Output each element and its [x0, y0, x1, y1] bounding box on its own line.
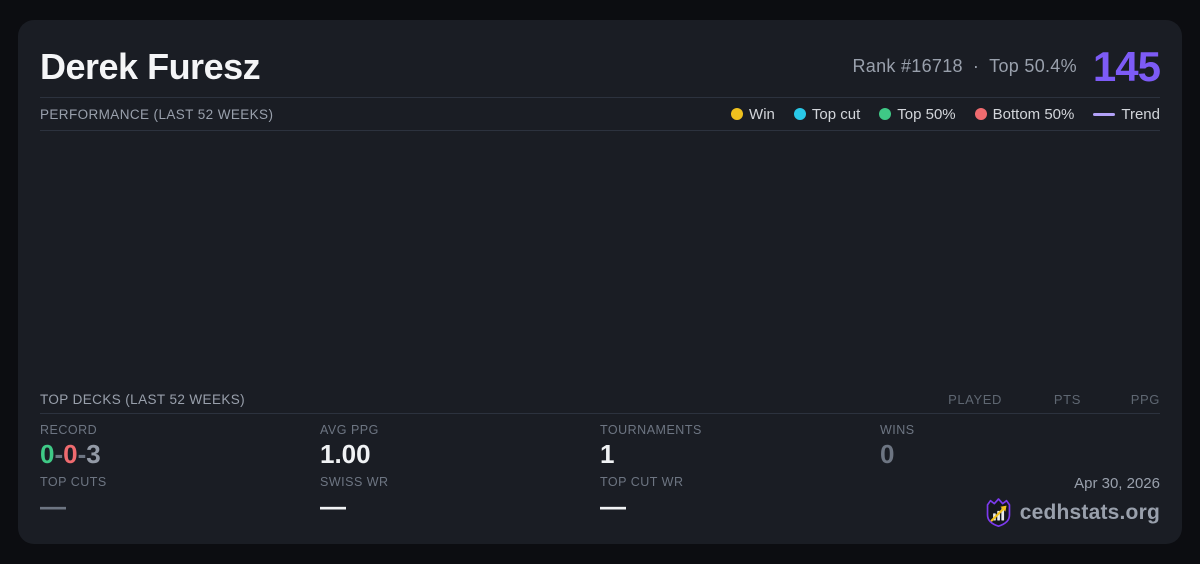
- stat-label: WINS: [880, 423, 915, 437]
- bottom50-dot-icon: [974, 108, 987, 120]
- top50-dot-icon: [879, 108, 892, 120]
- legend-item-top50: Top 50%: [879, 105, 956, 123]
- stat-top-cut-wr: TOP CUT WR —: [600, 475, 880, 530]
- legend-label: Trend: [1121, 105, 1160, 123]
- trend-line-icon: [1093, 112, 1116, 116]
- stat-label: TOP CUTS: [40, 475, 107, 489]
- dot-separator: ·: [972, 56, 980, 76]
- performance-header-row: PERFORMANCE (LAST 52 WEEKS) Win Top cut …: [40, 98, 1160, 131]
- stat-top-cuts: TOP CUTS —: [40, 475, 320, 530]
- footer-date: Apr 30, 2026: [1074, 475, 1160, 492]
- stat-label: AVG PPG: [320, 423, 379, 437]
- chart-legend: Win Top cut Top 50% Bottom 50% Trend: [731, 106, 1160, 123]
- top-cut-dot-icon: [793, 108, 806, 120]
- stat-avg-ppg: AVG PPG 1.00: [320, 423, 600, 475]
- player-score: 145: [1092, 42, 1161, 90]
- record-wins: 0: [40, 439, 55, 469]
- record-value: 0-0-3: [40, 440, 320, 469]
- record-draws: 3: [86, 439, 101, 469]
- tournaments-value: 1: [600, 439, 615, 469]
- brand: cedhstats.org: [985, 497, 1160, 528]
- stat-record: RECORD 0-0-3: [40, 423, 320, 475]
- top-decks-header-row: TOP DECKS (LAST 52 WEEKS) PLAYED PTS PPG: [40, 385, 1160, 414]
- stat-label: SWISS WR: [320, 475, 389, 489]
- header-right: Rank #16718 · Top 50.4% 145: [852, 42, 1161, 90]
- site-name: cedhstats.org: [1019, 500, 1160, 524]
- rank-label: Rank #16718: [852, 56, 963, 76]
- stats-grid: RECORD 0-0-3 AVG PPG 1.00 TOURNAMENTS 1 …: [40, 414, 1160, 530]
- legend-label: Win: [749, 105, 775, 123]
- legend-item-top-cut: Top cut: [793, 105, 861, 123]
- stat-label: RECORD: [40, 423, 98, 437]
- record-separator: -: [54, 439, 64, 469]
- top-decks-columns: PLAYED PTS PPG: [948, 392, 1160, 407]
- performance-title: PERFORMANCE (LAST 52 WEEKS): [40, 106, 274, 122]
- legend-label: Top 50%: [897, 105, 956, 123]
- top-percent-label: Top 50.4%: [989, 56, 1077, 76]
- stat-label: TOURNAMENTS: [600, 423, 702, 437]
- stat-wins: WINS 0: [880, 423, 1160, 469]
- top-cut-wr-value: —: [600, 491, 626, 521]
- player-stats-card: Derek Furesz Rank #16718 · Top 50.4% 145…: [18, 20, 1182, 544]
- performance-chart-area: [40, 131, 1160, 385]
- legend-label: Top cut: [811, 105, 861, 123]
- avg-ppg-value: 1.00: [320, 439, 371, 469]
- win-dot-icon: [731, 108, 744, 120]
- record-losses: 0: [63, 439, 78, 469]
- swiss-wr-value: —: [320, 491, 346, 521]
- record-separator: -: [77, 439, 87, 469]
- stat-swiss-wr: SWISS WR —: [320, 475, 600, 530]
- column-pts: PTS: [1053, 391, 1081, 407]
- column-played: PLAYED: [948, 391, 1002, 407]
- cedhstats-shield-logo-icon: [986, 498, 1010, 528]
- top-decks-title: TOP DECKS (LAST 52 WEEKS): [40, 391, 246, 407]
- legend-item-bottom50: Bottom 50%: [974, 105, 1075, 123]
- legend-item-win: Win: [731, 106, 775, 123]
- card-header: Derek Furesz Rank #16718 · Top 50.4% 145: [40, 36, 1161, 98]
- stat-label: TOP CUT WR: [600, 475, 684, 489]
- card-footer: Apr 30, 2026 cedhstats.org: [880, 475, 1160, 530]
- rank-line: Rank #16718 · Top 50.4%: [852, 56, 1076, 77]
- legend-label: Bottom 50%: [992, 105, 1075, 123]
- wins-value: 0: [880, 439, 895, 469]
- top-cuts-value: —: [40, 491, 66, 521]
- player-name: Derek Furesz: [40, 45, 261, 87]
- stat-tournaments: TOURNAMENTS 1: [600, 423, 880, 475]
- column-ppg: PPG: [1130, 391, 1160, 407]
- legend-item-trend: Trend: [1093, 106, 1160, 123]
